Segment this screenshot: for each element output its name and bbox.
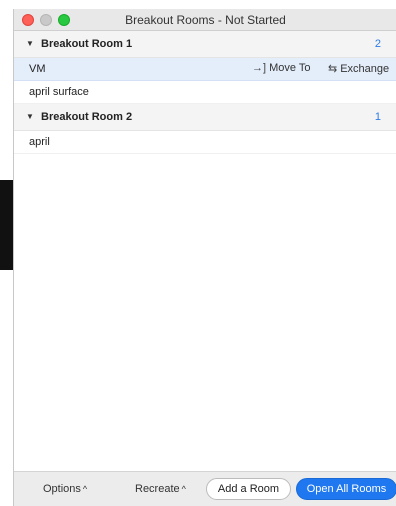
room-name: Breakout Room 1 — [41, 38, 133, 50]
participant-name: april surface — [29, 86, 89, 98]
title-bar: Breakout Rooms - Not Started — [14, 9, 396, 31]
add-room-button[interactable]: Add a Room — [206, 478, 291, 500]
window-title: Breakout Rooms - Not Started — [125, 13, 286, 27]
room-name: Breakout Room 2 — [41, 111, 133, 123]
move-to-label: Move To — [269, 62, 311, 74]
open-all-rooms-button[interactable]: Open All Rooms — [296, 478, 396, 500]
exchange-button[interactable]: ⇆ Exchange — [328, 62, 390, 76]
participant-row[interactable]: april — [14, 131, 396, 154]
move-to-icon: →] — [252, 62, 267, 74]
recreate-label: Recreate — [135, 483, 180, 495]
participant-row[interactable]: april surface — [14, 81, 396, 104]
move-to-button[interactable]: →] Move To — [252, 62, 310, 74]
options-button[interactable]: Options ^ — [43, 483, 87, 495]
exchange-icon: ⇆ — [328, 63, 338, 75]
participant-name: april — [29, 136, 50, 148]
room-header-1[interactable]: ▼ Breakout Room 1 2 — [14, 31, 396, 58]
chevron-up-icon: ^ — [82, 484, 88, 494]
participant-name: VM — [29, 63, 46, 75]
participant-row[interactable]: VM →] Move To ⇆ Exchange — [14, 58, 396, 81]
room-participant-count: 1 — [374, 111, 381, 123]
room-header-2[interactable]: ▼ Breakout Room 2 1 — [14, 104, 396, 131]
room-participant-count: 2 — [374, 38, 381, 50]
footer-toolbar: Options ^ Recreate ^ Add a Room Open All R… — [14, 471, 396, 506]
recreate-button[interactable]: Recreate ^ — [135, 483, 186, 495]
breakout-rooms-window: Breakout Rooms - Not Started ▼ Breakout … — [13, 9, 396, 506]
chevron-up-icon: ^ — [181, 484, 186, 494]
options-label: Options — [43, 483, 81, 495]
background-strip — [0, 0, 13, 506]
exchange-label: Exchange — [340, 62, 390, 75]
rooms-list: ▼ Breakout Room 1 2 VM →] Move To ⇆ Exch… — [14, 31, 396, 154]
background-dark-block — [0, 180, 13, 270]
chevron-down-icon: ▼ — [26, 39, 34, 48]
chevron-down-icon: ▼ — [26, 112, 34, 121]
